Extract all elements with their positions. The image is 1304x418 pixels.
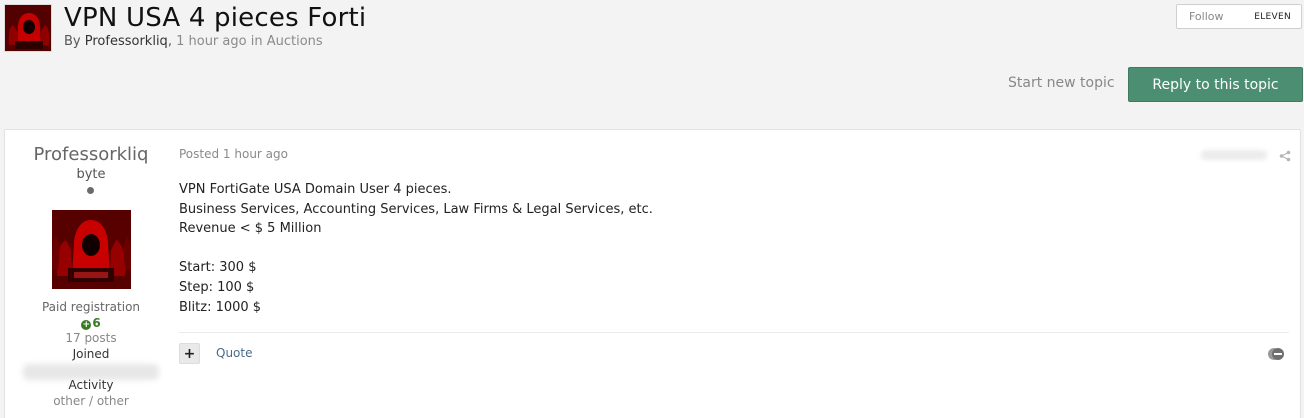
- byline-prefix: By: [64, 34, 81, 49]
- joined-label: Joined: [72, 347, 110, 361]
- post-line: [179, 239, 653, 259]
- post-divider: [179, 332, 1289, 333]
- post-line: Blitz: 1000 $: [179, 299, 262, 315]
- author-group: Paid registration: [41, 300, 141, 314]
- topic-title: VPN USA 4 pieces Forti: [64, 3, 367, 33]
- reaction-icon[interactable]: [1267, 347, 1285, 361]
- post-line: Step: 100 $: [179, 279, 255, 295]
- activity-label: Activity: [68, 378, 114, 392]
- byline-time: 1 hour ago: [176, 34, 247, 49]
- follow-button[interactable]: Follow ELEVEN: [1176, 4, 1302, 29]
- byline-author-link[interactable]: Professorkliq: [85, 34, 168, 49]
- post-line: Start: 300 $: [179, 260, 257, 276]
- follow-count: ELEVEN: [1254, 11, 1291, 22]
- topic-byline: By Professorkliq, 1 hour ago in Auctions: [64, 34, 323, 49]
- author-rank: byte: [76, 167, 106, 182]
- topic-author-avatar[interactable]: [4, 4, 52, 52]
- post-line: VPN FortiGate USA Domain User 4 pieces.: [179, 182, 452, 197]
- plus-circle-icon: +: [81, 320, 92, 330]
- byline-forum-link[interactable]: Auctions: [267, 34, 323, 49]
- byline-separator: ,: [167, 34, 172, 49]
- author-post-count: 17 posts: [65, 331, 117, 345]
- reply-to-topic-button[interactable]: Reply to this topic: [1128, 67, 1303, 102]
- post-line: Business Services, Accounting Services, …: [179, 201, 653, 217]
- online-status-icon: [87, 187, 94, 194]
- post-card: Professorkliq byte Paid registration +6 …: [4, 129, 1301, 418]
- activity-value: other / other: [53, 394, 129, 408]
- reputation-count: 6: [92, 316, 101, 330]
- reputation-badge: +6: [5, 316, 177, 330]
- post-line: Revenue < $ 5 Million: [179, 221, 322, 237]
- share-icon[interactable]: [1279, 150, 1291, 162]
- post-content: VPN FortiGate USA Domain User 4 pieces. …: [179, 180, 653, 317]
- author-name-link[interactable]: Professorkliq: [5, 144, 177, 165]
- multiquote-button[interactable]: +: [179, 343, 200, 364]
- quote-button[interactable]: Quote: [216, 346, 252, 360]
- post-timestamp[interactable]: Posted 1 hour ago: [179, 147, 288, 161]
- author-avatar[interactable]: [52, 210, 131, 289]
- report-link-redacted[interactable]: [1201, 150, 1267, 160]
- follow-label: Follow: [1189, 10, 1224, 23]
- start-new-topic-link[interactable]: Start new topic: [1008, 75, 1115, 91]
- byline-in: in: [250, 34, 263, 49]
